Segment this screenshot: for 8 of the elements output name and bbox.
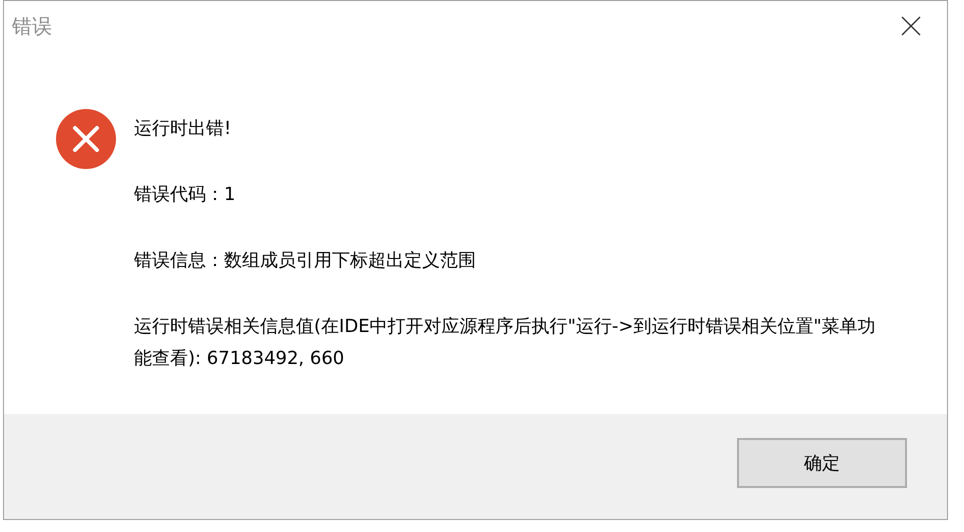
window-title: 错误 bbox=[12, 12, 52, 40]
ok-button[interactable]: 确定 bbox=[737, 438, 907, 488]
message-text: 运行时出错! bbox=[134, 117, 232, 141]
close-icon[interactable] bbox=[901, 16, 921, 36]
error-icon bbox=[56, 109, 116, 169]
message-text: 错误代码：1 bbox=[134, 183, 236, 207]
message-text: 错误信息：数组成员引用下标超出定义范围 bbox=[134, 249, 477, 273]
message-text: 运行时错误相关信息值(在IDE中打开对应源程序后执行"运行->到运行时错误相关位置"菜单功能查看): 67183492, 660 bbox=[134, 315, 877, 371]
